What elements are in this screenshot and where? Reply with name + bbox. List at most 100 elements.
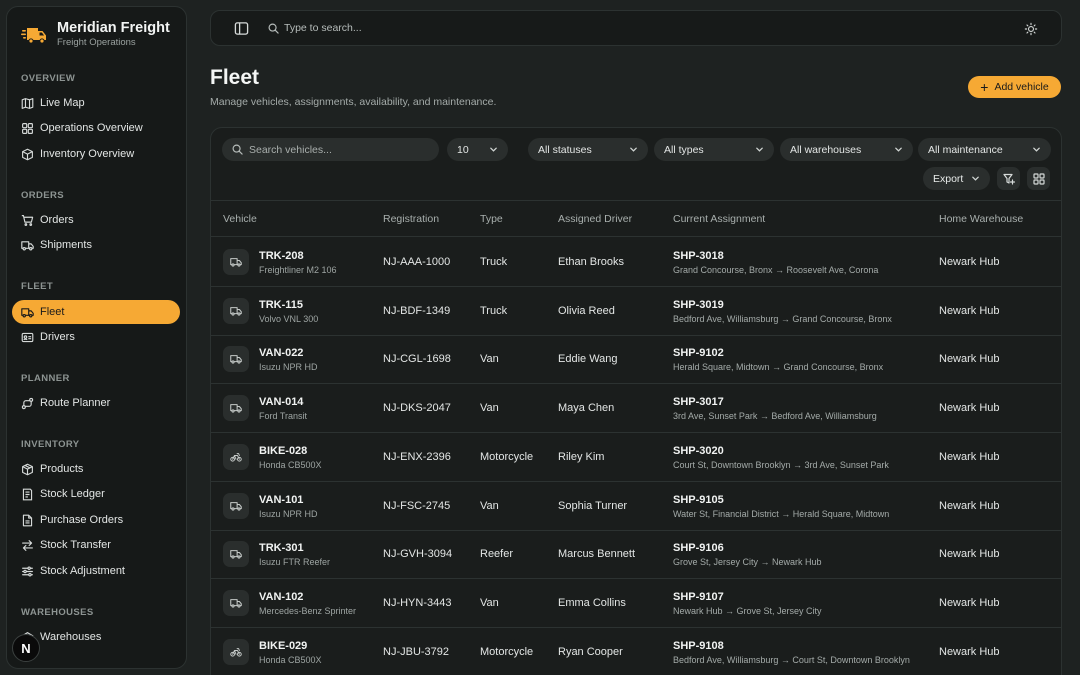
column-header-vehicle[interactable]: Vehicle [223,213,257,225]
theme-toggle-icon[interactable] [1024,22,1038,36]
shipment-id[interactable]: SHP-3018 [673,250,724,262]
shipment-id[interactable]: SHP-3019 [673,299,724,311]
nav-item-shipments[interactable]: Shipments [12,233,180,257]
home-warehouse: Newark Hub [939,256,1000,268]
shipment-route: 3rd Ave, Sunset Park → Bedford Ave, Will… [673,411,877,422]
vehicle-id[interactable]: BIKE-029 [259,640,307,652]
table-header: Vehicle Registration Type Assigned Drive… [211,200,1061,237]
column-header-warehouse[interactable]: Home Warehouse [939,213,1023,225]
chevron-down-icon [630,147,637,152]
table-row[interactable]: VAN-102 Mercedes-Benz Sprinter NJ-HYN-3443… [211,579,1061,628]
vehicle-id[interactable]: TRK-208 [259,250,304,262]
vehicle-id[interactable]: VAN-022 [259,347,303,359]
app-badge[interactable]: N [12,634,40,662]
shipment-id[interactable]: SHP-9108 [673,640,724,652]
status-filter-value: All statuses [538,143,592,156]
shipment-id[interactable]: SHP-9107 [673,591,724,603]
filter-button[interactable] [997,167,1020,190]
table-row[interactable]: VAN-022 Isuzu NPR HD NJ-CGL-1698 Van Eddie W… [211,335,1061,385]
vehicle-type-icon [223,443,249,470]
vehicle-id[interactable]: VAN-102 [259,591,303,603]
vehicle-search-input[interactable]: Search vehicles... [222,138,439,161]
truck-icon [21,307,34,317]
vehicle-type: Van [480,402,499,415]
table-row[interactable]: VAN-101 Isuzu NPR HD NJ-FSC-2745 Van Sophia … [211,482,1061,531]
nav-item-stock-ledger[interactable]: Stock Ledger [12,482,180,506]
nav-item-stock-adjustment[interactable]: Stock Adjustment [12,559,180,583]
shipment-route: Newark Hub → Grove St, Jersey City [673,605,822,616]
ledger-icon [22,488,33,500]
nav-label: Fleet [40,306,65,318]
vehicle-id[interactable]: VAN-101 [259,494,303,506]
sidebar-toggle-icon[interactable] [234,21,249,36]
table-row[interactable]: TRK-208 Freightliner M2 106 NJ-AAA-1000 Tru… [211,238,1061,287]
nav-label: Orders [40,214,74,226]
shipment-id[interactable]: SHP-9106 [673,542,724,554]
nav-item-route-planner[interactable]: Route Planner [12,391,180,415]
column-header-assignment[interactable]: Current Assignment [673,213,765,225]
table-row[interactable]: VAN-014 Ford Transit NJ-DKS-2047 Van Maya Ch… [211,384,1061,434]
export-button[interactable]: Export [923,167,990,190]
vehicle-model: Isuzu FTR Reefer [259,557,331,568]
vehicle-registration: NJ-GVH-3094 [383,548,453,561]
vehicle-type-icon [223,249,249,275]
chevron-down-icon [490,147,497,152]
warehouse-filter-select[interactable]: All warehouses [780,138,913,161]
grid-view-button[interactable] [1027,167,1050,190]
vehicle-id[interactable]: TRK-301 [259,542,304,554]
export-label: Export [933,172,964,185]
column-header-type[interactable]: Type [480,213,503,225]
table-row[interactable]: BIKE-028 Honda CB500X NJ-ENX-2396 Motorcycl… [211,433,1061,482]
nav-item-live-map[interactable]: Live Map [12,91,180,115]
box-icon [22,148,33,160]
vehicle-registration: NJ-DKS-2047 [383,402,451,415]
home-warehouse: Newark Hub [939,304,1000,317]
shipment-route: Bedford Ave, Williamsburg → Court St, Do… [673,654,910,665]
brand[interactable]: Meridian Freight Freight Operations [21,19,170,49]
maintenance-filter-value: All maintenance [928,143,1003,156]
nav-item-products[interactable]: Products [12,457,180,481]
warehouse-filter-value: All warehouses [790,143,862,156]
shipment-id[interactable]: SHP-9102 [673,347,724,359]
global-search-input[interactable]: Type to search... [284,22,362,34]
nav-item-purchase-orders[interactable]: Purchase Orders [12,508,180,532]
status-filter-select[interactable]: All statuses [528,138,648,161]
vehicle-registration: NJ-CGL-1698 [383,353,451,366]
table-row[interactable]: BIKE-029 Honda CB500X NJ-JBU-3792 Motorcycl… [211,628,1061,675]
assigned-driver: Olivia Reed [558,304,615,317]
nav-item-inventory-overview[interactable]: Inventory Overview [12,142,180,166]
section-label-orders: ORDERS [21,190,65,201]
nav-item-fleet[interactable]: Fleet [12,300,180,324]
truck-icon [230,258,242,267]
home-warehouse: Newark Hub [939,596,1000,609]
shipment-route: Grand Concourse, Bronx → Roosevelt Ave, … [673,265,879,275]
column-header-registration[interactable]: Registration [383,213,439,225]
assigned-driver: Ryan Cooper [558,645,623,658]
grid-icon [1032,172,1045,185]
column-header-driver[interactable]: Assigned Driver [558,213,632,225]
sliders-icon [22,566,33,576]
add-vehicle-button[interactable]: + Add vehicle [968,76,1061,98]
vehicle-registration: NJ-ENX-2396 [383,450,451,463]
nav-item-orders[interactable]: Orders [12,208,180,232]
vehicle-id[interactable]: VAN-014 [259,396,303,408]
shipment-id[interactable]: SHP-3017 [673,396,724,408]
nav-item-stock-transfer[interactable]: Stock Transfer [12,533,180,557]
vehicle-type: Truck [480,256,508,268]
nav-item-drivers[interactable]: Drivers [12,325,180,349]
shipment-id[interactable]: SHP-3020 [673,445,724,457]
package-icon [22,463,33,475]
page-size-select[interactable]: 10 [447,138,508,161]
table-row[interactable]: TRK-115 Volvo VNL 300 NJ-BDF-1349 Truck Oliv… [211,287,1061,336]
top-bar: Type to search... [210,10,1062,46]
chevron-down-icon [895,147,902,152]
section-label-inventory: INVENTORY [21,439,80,450]
vehicle-id[interactable]: BIKE-028 [259,445,307,457]
type-filter-select[interactable]: All types [654,138,774,161]
table-row[interactable]: TRK-301 Isuzu FTR Reefer NJ-GVH-3094 Reefer… [211,530,1061,580]
nav-item-operations-overview[interactable]: Operations Overview [12,116,180,140]
vehicle-id[interactable]: TRK-115 [259,299,303,311]
shipment-id[interactable]: SHP-9105 [673,494,724,506]
maintenance-filter-select[interactable]: All maintenance [918,138,1051,161]
truck-icon [230,306,242,316]
